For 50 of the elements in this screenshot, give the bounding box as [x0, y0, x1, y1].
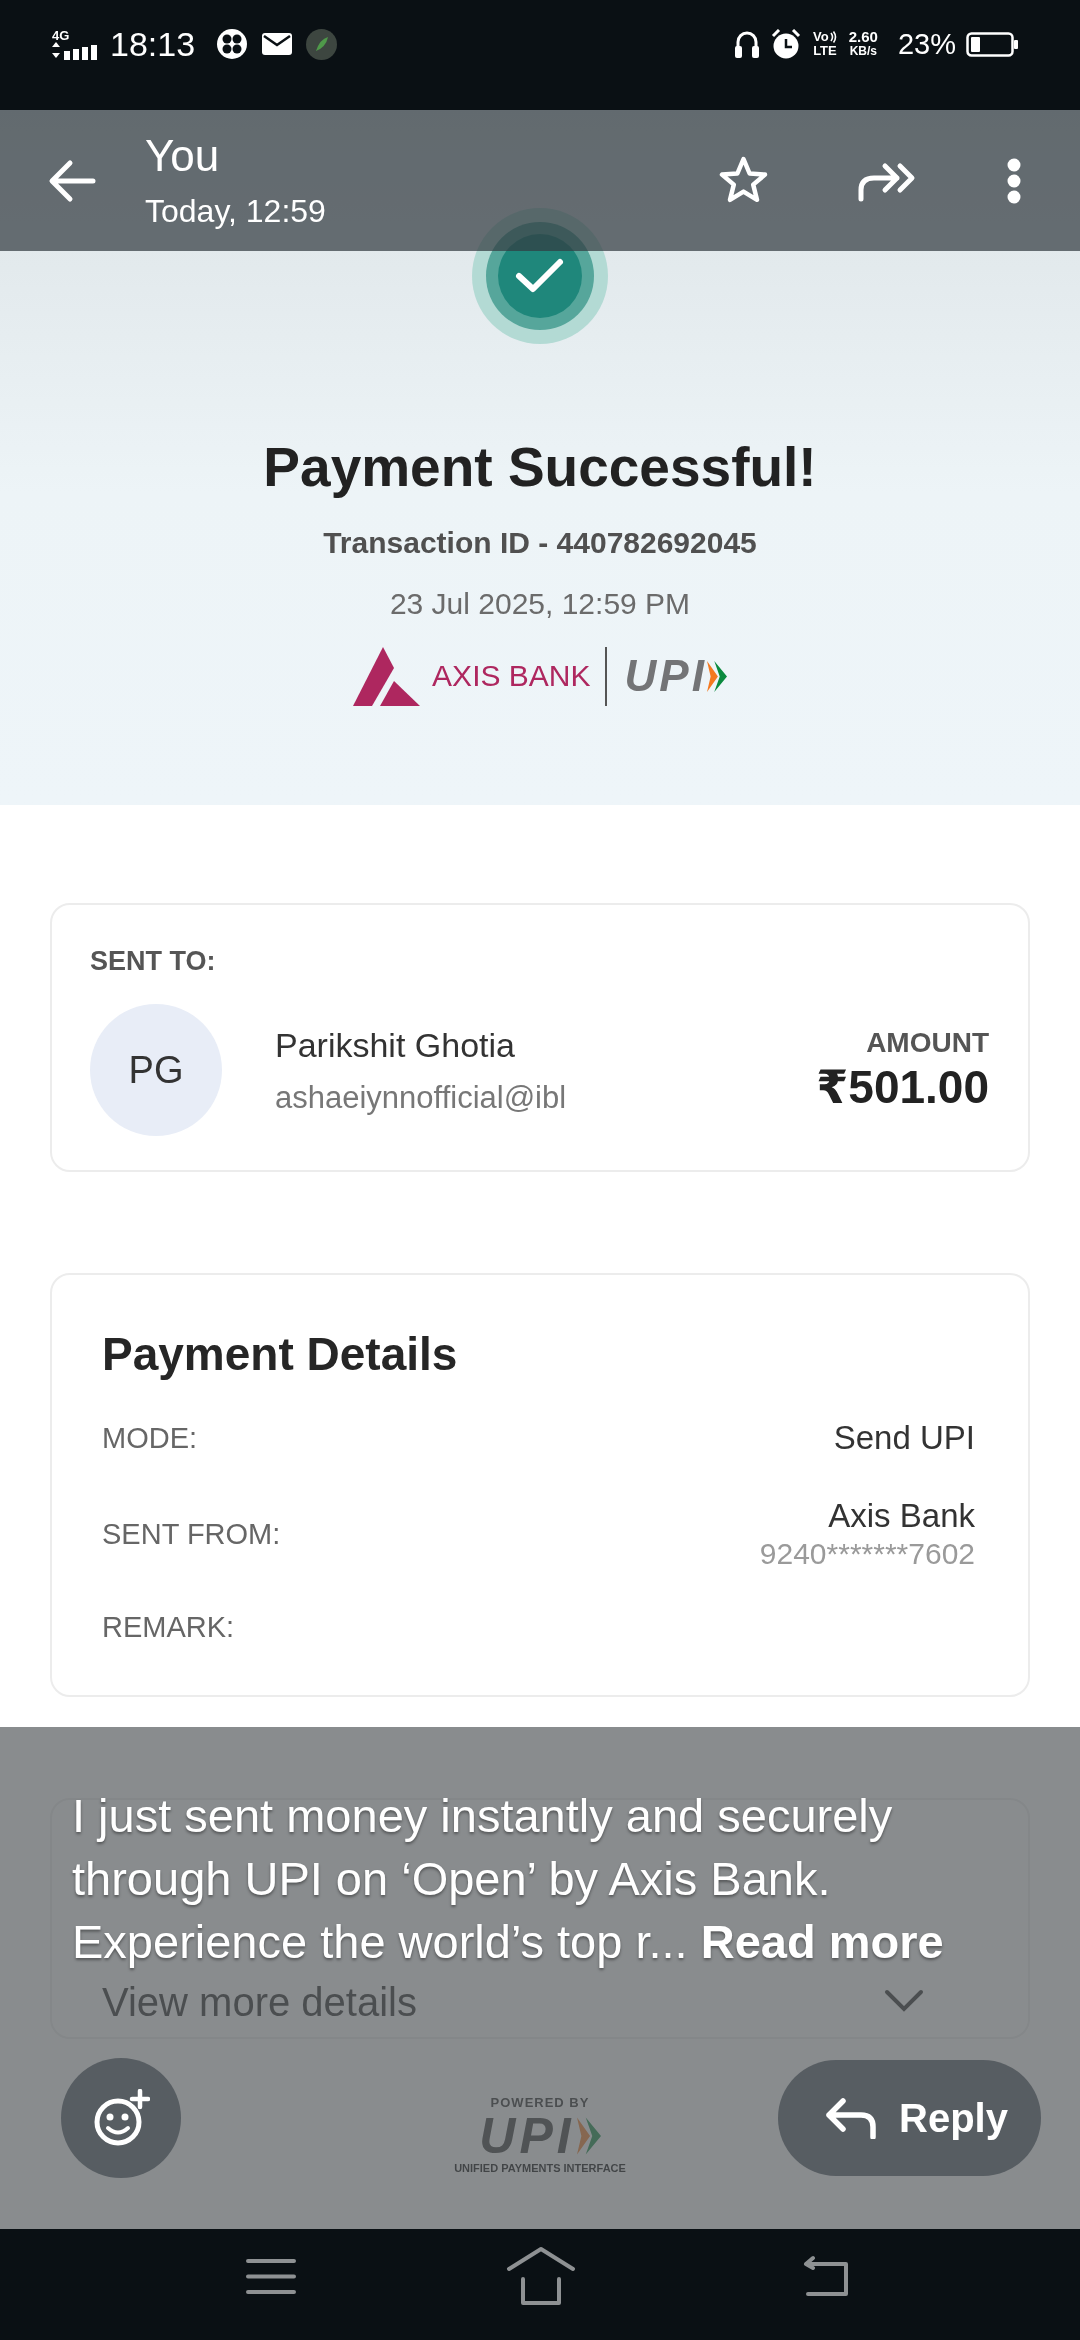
logo-mark-icon: [353, 646, 421, 706]
speed-unit: KB/s: [849, 44, 877, 58]
signal-arcs-icon: [829, 31, 837, 43]
detail-label: MODE:: [102, 1420, 198, 1456]
detail-value: Axis Bank: [828, 1496, 975, 1536]
menu-icon[interactable]: [246, 2257, 296, 2295]
recipient-name: Parikshit Ghotia: [275, 1024, 515, 1066]
detail-label: SENT FROM:: [102, 1516, 281, 1552]
read-more-link[interactable]: Read more: [700, 1915, 944, 1968]
reply-button[interactable]: Reply: [778, 2060, 1041, 2176]
network-type: 4G: [52, 28, 70, 42]
transaction-id: Transaction ID - 440782692045: [323, 525, 757, 561]
initials-avatar: PG: [90, 1004, 222, 1136]
network-speed: 2.60: [848, 30, 878, 44]
transaction-date: 23 Jul 2025, 12:59 PM: [389, 586, 691, 622]
status-title: Payment Successful!: [263, 435, 817, 500]
clock-time: 18:13: [110, 24, 196, 64]
recipient-upi-id: ashaeiynnofficial@ibl: [275, 1078, 567, 1116]
detail-value: Send UPI: [833, 1418, 975, 1458]
battery-icon: [966, 31, 1018, 57]
smiley-plus-icon: [92, 2089, 150, 2147]
home-icon[interactable]: [506, 2245, 576, 2307]
more-icon[interactable]: [1007, 157, 1021, 204]
clover-icon: [217, 29, 248, 59]
tricolor-chevron-icon: [706, 660, 727, 692]
details-title: Payment Details: [102, 1327, 459, 1382]
detail-label: REMARK:: [102, 1610, 235, 1645]
masked-account-number: 9240*******7602: [759, 1536, 975, 1572]
headphones-icon: [735, 30, 760, 58]
star-icon[interactable]: [718, 156, 769, 205]
round-app-icon: [306, 28, 338, 60]
message-time: Today, 12:59: [145, 192, 326, 230]
bank-logo-text: AXIS BANK: [432, 659, 591, 693]
powered-by-text: POWERED BY: [490, 2095, 590, 2110]
sent-to-label: SENT TO:: [90, 945, 217, 977]
alarm-clock-icon: [771, 29, 802, 59]
message-caption: I just sent money instantly and securely through UPI on ‘Open’ by Axis Bank. Experience the world’s top r... Read more: [72, 1788, 945, 1970]
sender-name: You: [145, 131, 221, 181]
amount-label: AMOUNT: [866, 1025, 989, 1060]
back-arrow-icon[interactable]: [48, 158, 96, 203]
upi-logo-text: UPI: [624, 651, 707, 701]
signal-icon: [52, 41, 98, 60]
logo-tagline: UNIFIED PAYMENTS INTERFACE: [454, 2162, 626, 2175]
reply-arrow-icon: [823, 2097, 877, 2139]
mail-icon: [262, 33, 293, 55]
volte-label: Vo: [813, 30, 829, 44]
upi-logo-text: UPI: [479, 2110, 575, 2162]
amount-value: ₹501.00: [816, 1059, 989, 1115]
network-mode-label: LTE: [813, 44, 837, 58]
battery-percent: 23%: [897, 27, 956, 61]
